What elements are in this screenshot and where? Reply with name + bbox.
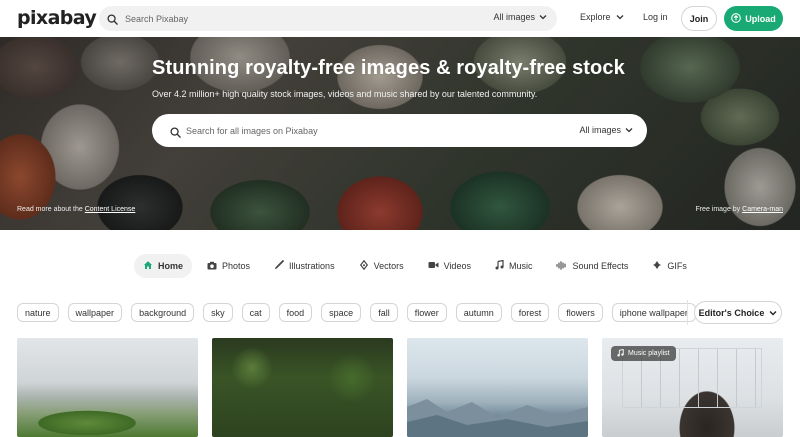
nav-item-label: Music	[508, 261, 533, 271]
search-icon	[107, 12, 118, 30]
hero-search-filter-dropdown[interactable]: All images	[579, 125, 633, 135]
search-icon	[170, 125, 181, 143]
image-thumbnail[interactable]	[17, 338, 198, 437]
nav-item-music[interactable]: Music	[486, 254, 542, 278]
nav-item-label: Videos	[443, 261, 471, 271]
nav-item-label: Vectors	[373, 261, 404, 271]
pixabay-logo[interactable]: pixabay	[17, 7, 97, 29]
hero-title: Stunning royalty-free images & royalty-f…	[152, 57, 625, 79]
camera-icon	[207, 261, 217, 272]
image-credit: Free image by Camera-man	[695, 206, 783, 213]
tag-chip[interactable]: iphone wallpaper	[611, 303, 696, 322]
header-search-filter-dropdown[interactable]: All images	[493, 12, 547, 22]
media-type-nav: Home Photos Illustrations Vectors Videos…	[134, 254, 696, 278]
header-search-bar[interactable]: All images	[99, 6, 557, 31]
upload-label: Upload	[745, 13, 776, 24]
nav-item-label: Illustrations	[289, 261, 335, 271]
tag-chip[interactable]: fall	[370, 303, 398, 322]
tag-chip[interactable]: flower	[406, 303, 447, 322]
upload-button[interactable]: Upload	[724, 6, 783, 31]
license-prefix: Read more about the	[17, 206, 83, 213]
tag-chip[interactable]: space	[321, 303, 362, 322]
waveform-icon	[556, 260, 567, 272]
login-link[interactable]: Log in	[643, 12, 668, 22]
tag-chip[interactable]: forest	[510, 303, 550, 322]
forest-hills-illustration	[407, 399, 588, 437]
video-camera-icon	[428, 261, 439, 271]
pen-nib-icon	[359, 259, 369, 272]
tag-divider	[687, 300, 688, 325]
upload-icon	[731, 12, 742, 25]
header-search-filter-label: All images	[493, 12, 535, 22]
nav-item-videos[interactable]: Videos	[419, 254, 480, 278]
explore-label: Explore	[580, 12, 611, 22]
music-note-icon	[495, 259, 504, 272]
home-icon	[143, 260, 153, 272]
nav-item-gifs[interactable]: GIFs	[643, 254, 696, 278]
playlist-badge-label: Music playlist	[628, 350, 670, 357]
nav-item-label: Sound Effects	[572, 261, 629, 271]
tag-chip[interactable]: background	[131, 303, 195, 322]
image-thumbnail[interactable]	[407, 338, 588, 437]
sort-dropdown[interactable]: Editor's Choice	[694, 301, 782, 324]
music-playlist-badge: Music playlist	[611, 346, 676, 361]
nav-item-label: Photos	[222, 261, 251, 271]
tag-chip[interactable]: sky	[203, 303, 233, 322]
hero-banner: Stunning royalty-free images & royalty-f…	[0, 37, 800, 230]
gif-icon	[652, 260, 662, 272]
sort-label: Editor's Choice	[698, 307, 765, 318]
tag-chip[interactable]: flowers	[558, 303, 603, 322]
hero-search-filter-label: All images	[579, 125, 621, 135]
chevron-down-icon	[539, 12, 547, 22]
hero-subtitle: Over 4.2 million+ high quality stock ima…	[152, 89, 538, 99]
content-license-link[interactable]: Content License	[85, 206, 136, 213]
tag-chip[interactable]: autumn	[455, 303, 502, 322]
image-thumbnail[interactable]	[212, 338, 393, 437]
nav-item-label: GIFs	[667, 261, 687, 271]
credit-author-link[interactable]: Camera-man	[742, 206, 783, 213]
join-button[interactable]: Join	[681, 6, 717, 31]
hero-search-input[interactable]	[186, 120, 546, 141]
tag-chip[interactable]: nature	[17, 303, 59, 322]
nav-item-label: Home	[158, 261, 184, 271]
tag-chip[interactable]: cat	[241, 303, 270, 322]
tag-chip[interactable]: wallpaper	[67, 303, 123, 322]
tag-chip[interactable]: food	[278, 303, 313, 322]
hero-search-bar[interactable]: All images	[152, 114, 647, 147]
tag-list: nature wallpaper background sky cat food…	[17, 303, 696, 322]
image-thumbnail[interactable]: Music playlist	[602, 338, 783, 437]
nav-item-photos[interactable]: Photos	[198, 254, 259, 278]
nav-item-vectors[interactable]: Vectors	[350, 254, 413, 278]
chevron-down-icon	[625, 125, 633, 135]
nav-item-home[interactable]: Home	[134, 254, 193, 278]
music-note-icon	[617, 348, 624, 359]
explore-menu[interactable]: Explore	[580, 12, 624, 22]
credit-prefix: Free image by	[695, 206, 741, 213]
chevron-down-icon	[616, 12, 624, 22]
top-header: pixabay All images Explore Log in Join U…	[0, 0, 800, 37]
content-license-note: Read more about the Content License	[17, 206, 135, 213]
nav-item-illustrations[interactable]: Illustrations	[265, 254, 344, 278]
nav-item-sound-effects[interactable]: Sound Effects	[547, 254, 637, 278]
chevron-down-icon	[769, 308, 777, 318]
brush-icon	[274, 260, 284, 272]
header-search-input[interactable]	[125, 8, 425, 29]
